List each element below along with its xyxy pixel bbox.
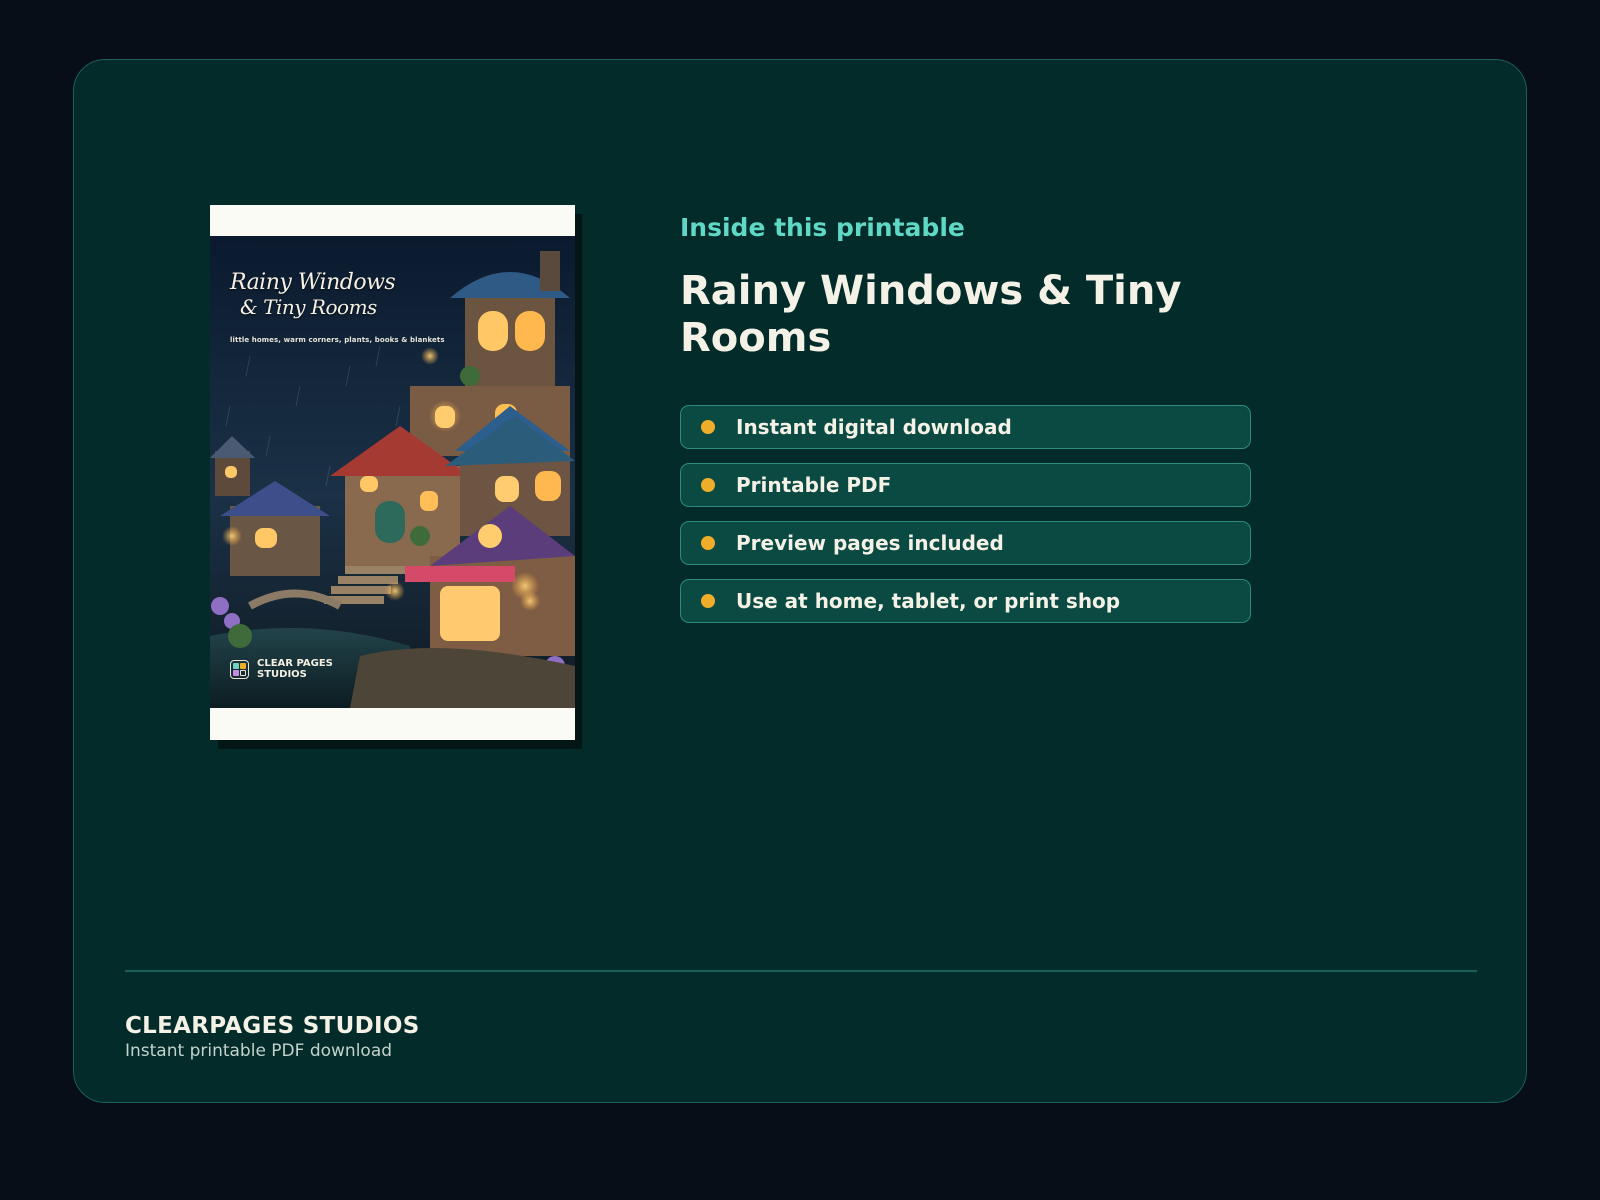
cover-title: Rainy Windows & Tiny Rooms <box>230 270 396 320</box>
product-cover[interactable]: Rainy Windows & Tiny Rooms little homes,… <box>210 205 575 740</box>
feature-label: Printable PDF <box>736 473 892 497</box>
feature-item: Instant digital download <box>680 405 1251 449</box>
bullet-dot-icon <box>701 478 715 492</box>
product-title: Rainy Windows & Tiny Rooms <box>680 268 1182 361</box>
cover-brand: CLEAR PAGES STUDIOS <box>230 658 333 680</box>
feature-item: Use at home, tablet, or print shop <box>680 579 1251 623</box>
bullet-dot-icon <box>701 536 715 550</box>
section-eyebrow: Inside this printable <box>680 213 965 242</box>
feature-label: Use at home, tablet, or print shop <box>736 589 1121 613</box>
bullet-dot-icon <box>701 594 715 608</box>
brand-logo-icon <box>230 659 249 679</box>
feature-label: Instant digital download <box>736 415 1012 439</box>
cover-brand-name: CLEAR PAGES STUDIOS <box>257 658 333 680</box>
cover-title-line1: Rainy Windows <box>230 270 396 295</box>
feature-item: Printable PDF <box>680 463 1251 507</box>
footer-divider <box>125 970 1477 972</box>
cover-tagline: little homes, warm corners, plants, book… <box>230 336 445 344</box>
bullet-dot-icon <box>701 420 715 434</box>
feature-list: Instant digital download Printable PDF P… <box>680 405 1251 637</box>
footer-brand-name: CLEARPAGES STUDIOS <box>125 1013 420 1039</box>
cover-illustration: Rainy Windows & Tiny Rooms little homes,… <box>210 236 575 708</box>
feature-item: Preview pages included <box>680 521 1251 565</box>
cover-title-line2: & Tiny Rooms <box>240 295 377 319</box>
feature-label: Preview pages included <box>736 531 1004 555</box>
footer-subtitle: Instant printable PDF download <box>125 1041 393 1061</box>
